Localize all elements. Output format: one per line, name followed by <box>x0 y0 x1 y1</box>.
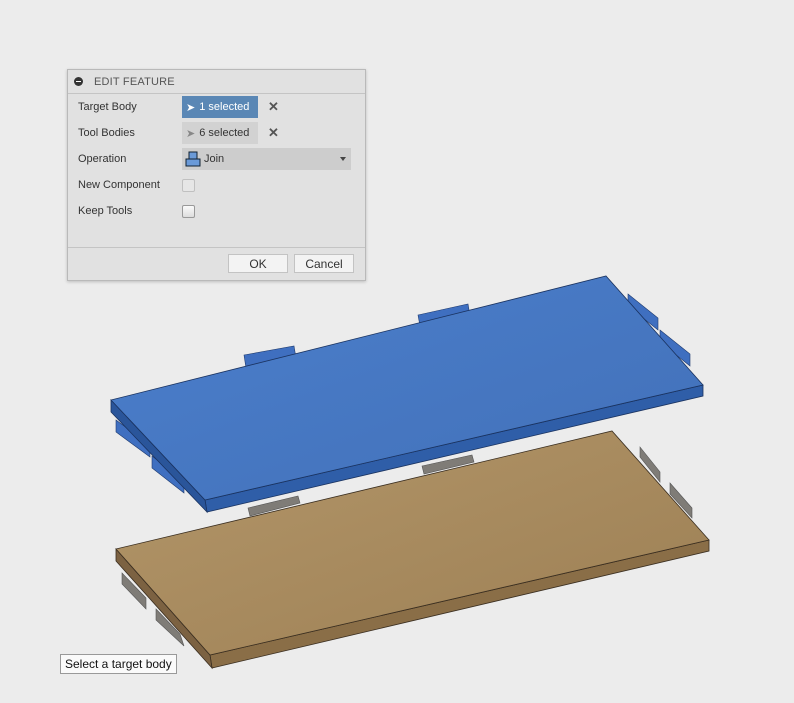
new-component-checkbox[interactable] <box>182 178 195 192</box>
clear-tool-bodies-icon[interactable]: ✕ <box>268 125 279 141</box>
dialog-header: EDIT FEATURE <box>68 70 365 94</box>
tool-bodies-row: Tool Bodies ➤ 6 selected ✕ <box>78 122 279 144</box>
keep-tools-label: Keep Tools <box>78 205 133 217</box>
tool-bodies-label: Tool Bodies <box>78 127 135 139</box>
join-icon <box>185 151 201 167</box>
tooltip: Select a target body <box>60 654 177 674</box>
dialog-footer: OK Cancel <box>68 247 365 280</box>
new-component-row: New Component <box>78 174 195 196</box>
tool-bodies-selector[interactable]: ➤ 6 selected <box>182 122 258 144</box>
target-body-selector[interactable]: ➤ 1 selected <box>182 96 258 118</box>
dialog-title: EDIT FEATURE <box>94 75 175 88</box>
cursor-arrow-icon: ➤ <box>186 101 196 114</box>
operation-row: Operation Join <box>78 148 351 170</box>
cursor-arrow-icon: ➤ <box>186 127 196 140</box>
collapse-icon[interactable] <box>74 77 83 86</box>
ok-button[interactable]: OK <box>228 254 288 273</box>
target-body-label: Target Body <box>78 101 137 113</box>
new-component-label: New Component <box>78 179 160 191</box>
clear-target-body-icon[interactable]: ✕ <box>268 99 279 115</box>
keep-tools-row: Keep Tools <box>78 200 195 222</box>
cancel-button[interactable]: Cancel <box>294 254 354 273</box>
keep-tools-checkbox[interactable] <box>182 204 195 218</box>
operation-dropdown[interactable]: Join <box>182 148 351 170</box>
target-body-row: Target Body ➤ 1 selected ✕ <box>78 96 279 118</box>
operation-label: Operation <box>78 153 127 165</box>
operation-value: Join <box>204 153 225 165</box>
edit-feature-dialog: EDIT FEATURE Target Body ➤ 1 selected ✕ … <box>67 69 366 281</box>
chevron-down-icon <box>340 157 346 161</box>
target-body-value: 1 selected <box>199 101 250 113</box>
tool-bodies-value: 6 selected <box>199 127 250 139</box>
